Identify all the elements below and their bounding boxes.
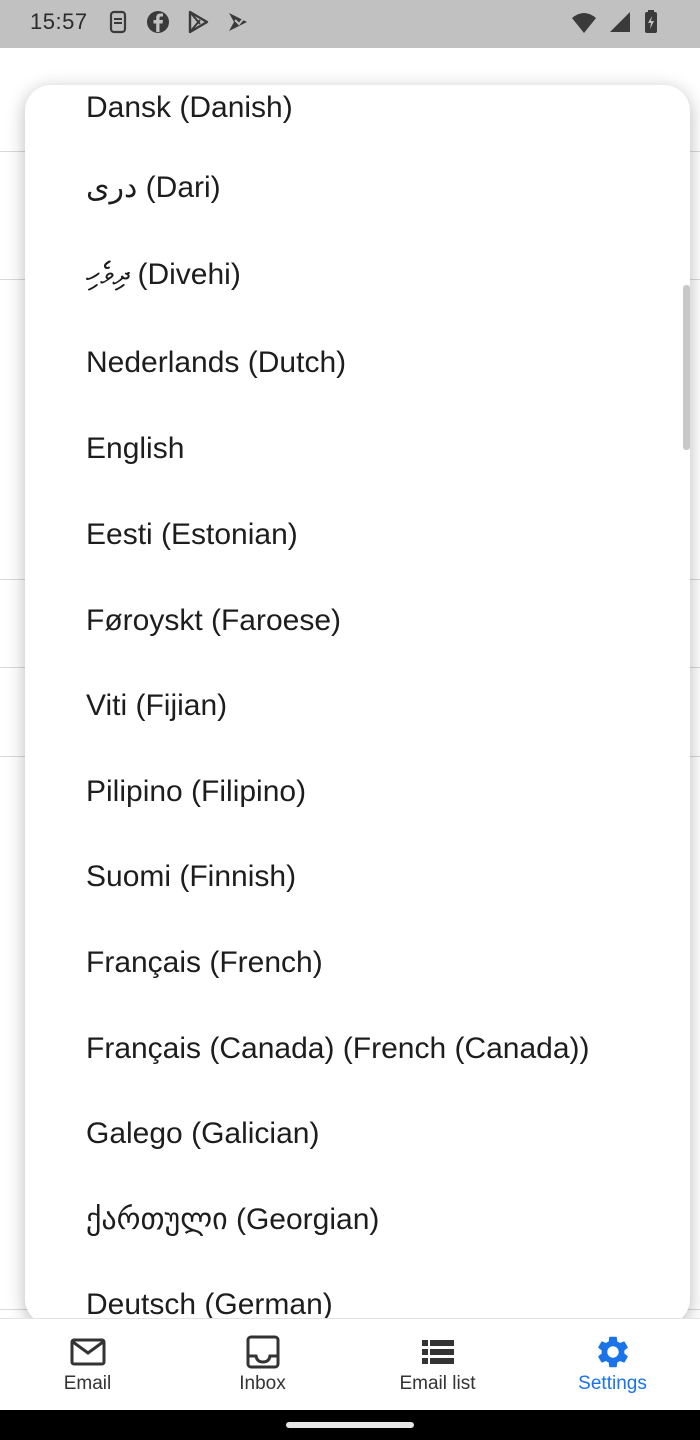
language-option[interactable]: Nederlands (Dutch) (25, 320, 690, 406)
notification-icons (104, 8, 252, 36)
language-option[interactable]: Viti (Fijian) (25, 663, 690, 749)
gear-icon (594, 1333, 632, 1371)
screen: 15:57 Dansk (Danish) دری (Dari) ދިވެހި (… (0, 0, 700, 1440)
nav-item-email[interactable]: Email (0, 1319, 175, 1411)
nav-label: Email list (399, 1373, 476, 1394)
nav-item-email-list[interactable]: Email list (350, 1319, 525, 1411)
language-option[interactable]: Deutsch (German) (25, 1262, 690, 1325)
language-option[interactable]: دری (Dari) (25, 145, 690, 231)
language-option[interactable]: Føroyskt (Faroese) (25, 578, 690, 664)
language-list: Dansk (Danish) دری (Dari) ދިވެހި (Divehi… (25, 85, 690, 1325)
facebook-icon (144, 8, 172, 36)
language-option[interactable]: Galego (Galician) (25, 1091, 690, 1177)
wifi-icon (570, 8, 598, 36)
language-option[interactable]: ދިވެހި (Divehi) (25, 232, 690, 318)
list-icon (419, 1333, 457, 1371)
language-option[interactable]: Suomi (Finnish) (25, 834, 690, 920)
nav-label: Inbox (239, 1373, 286, 1394)
status-bar: 15:57 (0, 0, 700, 48)
status-time: 15:57 (30, 9, 88, 34)
nav-item-inbox[interactable]: Inbox (175, 1319, 350, 1411)
language-option[interactable]: ქართული (Georgian) (25, 1177, 690, 1263)
play-store-icon (184, 8, 212, 36)
language-dialog: Dansk (Danish) دری (Dari) ދިވެހި (Divehi… (25, 85, 690, 1325)
bottom-navigation: Email Inbox Email list Settings (0, 1318, 700, 1411)
mail-icon (69, 1333, 107, 1371)
nav-label: Email (63, 1373, 112, 1394)
inbox-icon (244, 1333, 282, 1371)
language-option[interactable]: English (25, 406, 690, 492)
nav-item-settings[interactable]: Settings (525, 1319, 700, 1411)
language-option[interactable]: Dansk (Danish) (25, 85, 690, 151)
sim-icon (104, 8, 132, 36)
signal-icon (606, 8, 634, 36)
home-gesture-handle[interactable] (286, 1422, 414, 1428)
language-option[interactable]: Français (French) (25, 920, 690, 1006)
language-option[interactable]: Pilipino (Filipino) (25, 749, 690, 835)
system-navigation-bar (0, 1410, 700, 1440)
scrollbar-thumb[interactable] (683, 285, 690, 450)
system-icons (570, 8, 660, 36)
language-option[interactable]: Eesti (Estonian) (25, 492, 690, 578)
language-option[interactable]: Français (Canada) (French (Canada)) (25, 1006, 690, 1092)
battery-icon (642, 8, 660, 36)
nav-label: Settings (578, 1373, 647, 1394)
play-games-icon (224, 8, 252, 36)
